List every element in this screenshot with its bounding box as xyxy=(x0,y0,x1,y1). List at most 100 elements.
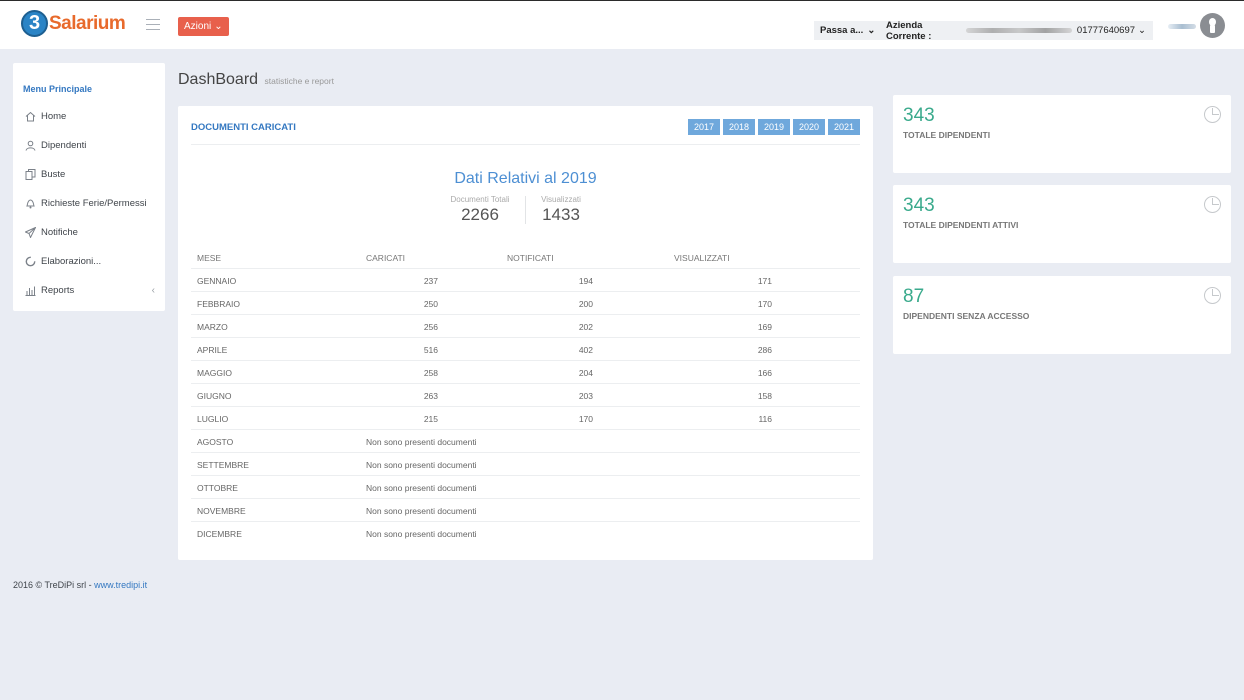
cell-mese: AGOSTO xyxy=(197,437,234,447)
cell-mese: FEBBRAIO xyxy=(197,299,240,309)
stat-card-dipendenti-attivi: 343 TOTALE DIPENDENTI ATTIVI xyxy=(893,185,1231,263)
cell-mese: SETTEMBRE xyxy=(197,460,249,470)
top-bar: 3 Salarium Azioni ⌄ Passa a... ⌄ Azienda… xyxy=(0,0,1244,49)
cell-mese: GENNAIO xyxy=(197,276,237,286)
stat-label: Visualizzati xyxy=(541,195,581,204)
table-row: GIUGNO 263 203 158 xyxy=(191,384,860,407)
cell-visualizzati: 116 xyxy=(758,414,772,424)
documenti-totali-stat: Documenti Totali 2266 xyxy=(442,195,518,225)
column-header: CARICATI xyxy=(366,253,406,263)
table-row: DICEMBRE Non sono presenti documenti xyxy=(191,522,860,545)
cell-visualizzati: 169 xyxy=(757,322,772,332)
dati-relativi-title: Dati Relativi al 2019 xyxy=(454,170,597,187)
cell-mese: APRILE xyxy=(197,345,228,355)
table-row: APRILE 516 402 286 xyxy=(191,338,860,361)
table-row: FEBBRAIO 250 200 170 xyxy=(191,292,860,315)
card-value: 343 xyxy=(903,105,935,126)
column-header: MESE xyxy=(197,253,222,263)
cell-caricati: 237 xyxy=(423,276,438,286)
passa-a-dropdown[interactable]: Passa a... ⌄ xyxy=(814,21,882,40)
documents-table: MESE CARICATI NOTIFICATI VISUALIZZATI GE… xyxy=(191,246,860,545)
page-title-text: DashBoard xyxy=(178,71,259,88)
table-header: MESE CARICATI NOTIFICATI VISUALIZZATI xyxy=(191,246,860,269)
clock-icon xyxy=(1204,287,1221,304)
year-button-2018[interactable]: 2018 xyxy=(723,119,755,135)
stat-divider xyxy=(525,196,526,224)
cell-visualizzati: 171 xyxy=(757,276,772,286)
cell-empty-message: Non sono presenti documenti xyxy=(366,506,477,516)
sidebar-item-buste[interactable]: Buste xyxy=(25,169,155,180)
stat-value: 1433 xyxy=(542,205,580,224)
cell-mese: MAGGIO xyxy=(197,368,232,378)
stat-card-totale-dipendenti: 343 TOTALE DIPENDENTI xyxy=(893,95,1231,173)
cell-notificati: 170 xyxy=(578,414,593,424)
footer-text: 2016 © TreDiPi srl - xyxy=(13,580,95,590)
table-row: OTTOBRE Non sono presenti documenti xyxy=(191,476,860,499)
cell-mese: GIUGNO xyxy=(197,391,232,401)
clock-icon xyxy=(1204,196,1221,213)
sidebar-item-richieste[interactable]: Richieste Ferie/Permessi xyxy=(25,198,155,209)
table-row: LUGLIO 215 170 116 xyxy=(191,407,860,430)
cell-caricati: 256 xyxy=(423,322,438,332)
table-row: AGOSTO Non sono presenti documenti xyxy=(191,430,860,453)
stat-label: Documenti Totali xyxy=(450,195,510,204)
chevron-down-icon: ⌄ xyxy=(214,21,223,32)
copy-icon xyxy=(25,169,36,180)
year-button-2020[interactable]: 2020 xyxy=(793,119,825,135)
logo[interactable]: 3 Salarium xyxy=(21,10,126,37)
chevron-down-icon: ⌄ xyxy=(1138,25,1146,36)
cell-mese: DICEMBRE xyxy=(197,529,242,539)
passa-label: Passa a... xyxy=(820,25,864,36)
clock-icon xyxy=(1204,106,1221,123)
footer-link[interactable]: www.tredipi.it xyxy=(94,580,147,590)
user-avatar-icon[interactable] xyxy=(1200,13,1225,38)
azienda-label: Azienda Corrente : xyxy=(886,19,932,42)
logo-mark: 3 xyxy=(21,10,48,37)
sidebar-item-label: Home xyxy=(41,111,67,122)
user-icon xyxy=(25,140,36,151)
sidebar-item-dipendenti[interactable]: Dipendenti xyxy=(25,140,155,151)
azienda-code: 01777640697 xyxy=(1076,25,1136,36)
cell-notificati: 202 xyxy=(578,322,593,332)
year-button-2017[interactable]: 2017 xyxy=(688,119,720,135)
cell-empty-message: Non sono presenti documenti xyxy=(366,437,477,447)
bar-chart-icon xyxy=(25,285,36,296)
sidebar-item-home[interactable]: Home xyxy=(25,111,155,122)
card-label: DIPENDENTI SENZA ACCESSO xyxy=(903,311,1030,321)
column-header: NOTIFICATI xyxy=(507,253,554,263)
sidebar-item-elaborazioni[interactable]: Elaborazioni... xyxy=(25,256,155,267)
azienda-corrente-dropdown[interactable]: Azienda Corrente : 01777640697 ⌄ xyxy=(879,19,1153,42)
sidebar-item-label: Notifiche xyxy=(41,227,78,238)
table-row: MARZO 256 202 169 xyxy=(191,315,860,338)
sidebar-item-label: Elaborazioni... xyxy=(41,256,102,267)
cell-caricati: 258 xyxy=(423,368,438,378)
menu-toggle-icon[interactable] xyxy=(146,19,160,30)
cell-caricati: 516 xyxy=(423,345,438,355)
cell-mese: LUGLIO xyxy=(197,414,229,424)
sidebar-item-notifiche[interactable]: Notifiche xyxy=(25,227,155,238)
cell-visualizzati: 166 xyxy=(757,368,772,378)
visualizzati-stat: Visualizzati 1433 xyxy=(533,195,589,225)
cell-notificati: 402 xyxy=(578,345,593,355)
sidebar-title: Menu Principale xyxy=(23,84,93,94)
cell-empty-message: Non sono presenti documenti xyxy=(366,483,477,493)
year-button-2019[interactable]: 2019 xyxy=(758,119,790,135)
card-value: 87 xyxy=(903,286,925,307)
sidebar-item-label: Richieste Ferie/Permessi xyxy=(41,198,147,209)
cell-notificati: 194 xyxy=(578,276,593,286)
azioni-button[interactable]: Azioni ⌄ xyxy=(178,17,229,36)
sidebar: Menu Principale Home Dipendenti Buste Ri… xyxy=(13,63,165,311)
cell-notificati: 204 xyxy=(578,368,593,378)
sidebar-item-label: Reports xyxy=(41,285,75,296)
cell-notificati: 203 xyxy=(578,391,593,401)
cell-caricati: 250 xyxy=(423,299,438,309)
chevron-left-icon[interactable]: ‹ xyxy=(152,285,155,296)
chevron-down-icon: ⌄ xyxy=(867,25,876,36)
redacted-company-name xyxy=(966,28,1072,33)
home-icon xyxy=(25,111,36,122)
table-row: GENNAIO 237 194 171 xyxy=(191,269,860,292)
year-selector: 2017 2018 2019 2020 2021 xyxy=(688,119,860,135)
sidebar-item-reports[interactable]: Reports ‹ xyxy=(25,285,155,296)
panel-title: DOCUMENTI CARICATI xyxy=(191,122,296,133)
year-button-2021[interactable]: 2021 xyxy=(828,119,860,135)
